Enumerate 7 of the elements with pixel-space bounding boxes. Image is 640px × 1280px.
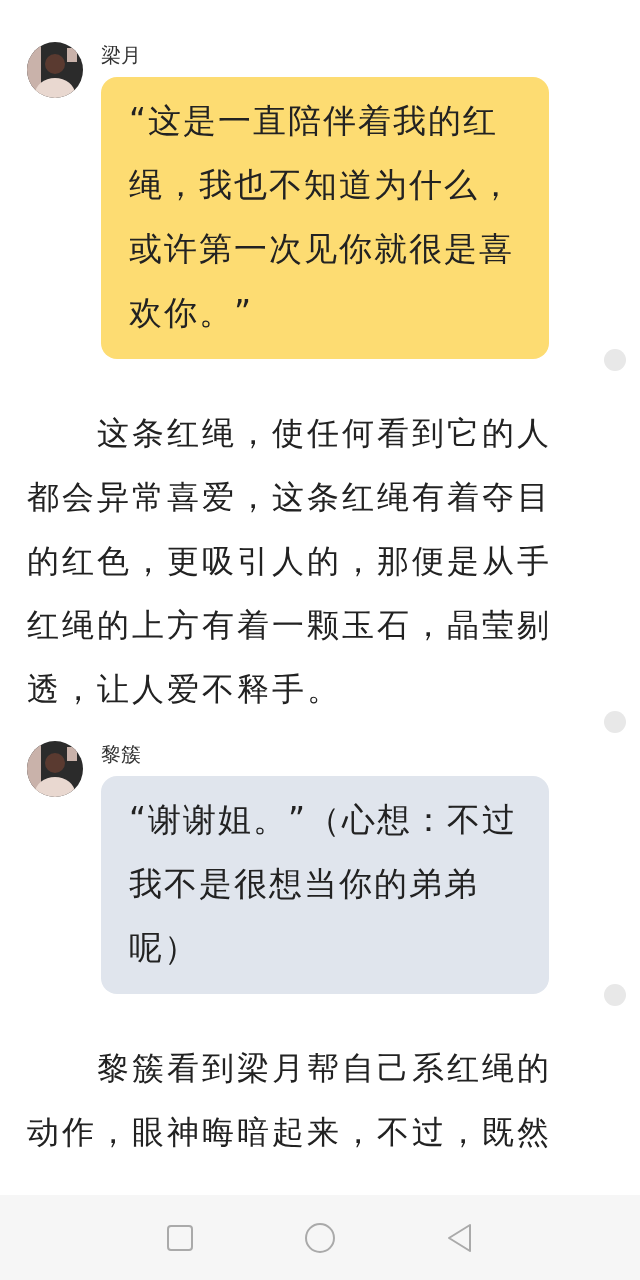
narration-paragraph: 这条红绳，使任何看到它的人都会异常喜爱，这条红绳有着夺目的红色，更吸引人的，那便是从手红绳的上方有着一颗玉石，晶莹剔透，让人爱不释手。 xyxy=(27,413,553,710)
speaker-name: 黎簇 xyxy=(101,741,142,768)
home-icon[interactable] xyxy=(304,1221,336,1254)
speaker-name: 梁月 xyxy=(101,42,142,69)
narration-paragraph: 黎簇看到梁月帮自己系红绳的动作，眼神晦暗起来，不过，既然 xyxy=(27,1048,553,1153)
speech-bubble: “这是一直陪伴着我的红绳，我也不知道为什么，或许第一次见你就很是喜欢你。” xyxy=(101,77,549,359)
speech-bubble: “谢谢姐。”（心想：不过我不是很想当你的弟弟呢） xyxy=(101,776,549,994)
